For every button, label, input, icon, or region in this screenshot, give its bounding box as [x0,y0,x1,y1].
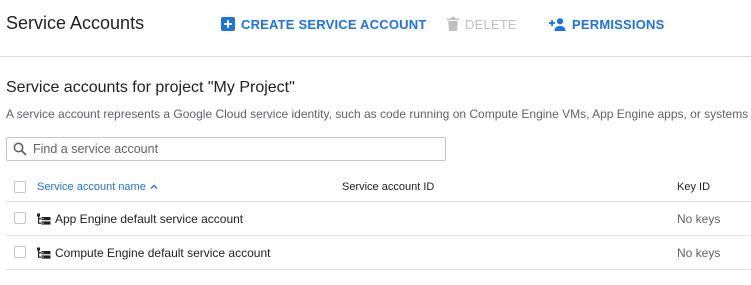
key-id-cell: No keys [677,212,721,226]
column-header-name[interactable]: Service account name [37,181,158,193]
add-box-icon [221,17,235,31]
row-checkbox[interactable] [14,246,26,258]
permissions-button[interactable]: PERMISSIONS [549,15,665,33]
search-icon [13,142,27,156]
search-box[interactable] [6,137,446,161]
table-header-row: Service account name Service account ID … [6,174,751,202]
column-header-name-label: Service account name [37,181,146,193]
create-service-account-button[interactable]: CREATE SERVICE ACCOUNT [221,15,426,33]
table-row[interactable]: Compute Engine default service account N… [6,236,751,270]
section-description: A service account represents a Google Cl… [6,107,749,121]
column-header-id: Service account ID [342,181,435,193]
create-service-account-label: CREATE SERVICE ACCOUNT [241,16,427,32]
key-id-cell: No keys [677,246,721,260]
select-all-checkbox[interactable] [14,181,26,193]
service-account-name-cell: App Engine default service account [37,212,243,226]
service-accounts-table: Service account name Service account ID … [6,174,751,270]
service-account-name: App Engine default service account [55,212,244,226]
service-account-icon [37,247,51,259]
search-input[interactable] [33,142,413,156]
service-account-icon [37,213,51,225]
section-title: Service accounts for project "My Project… [6,79,295,96]
person-add-icon [549,17,566,31]
table-row[interactable]: App Engine default service account No ke… [6,202,751,236]
service-account-name: Compute Engine default service account [55,246,271,260]
delete-label: DELETE [465,16,517,32]
service-account-name-cell: Compute Engine default service account [37,246,270,260]
arrow-up-icon [150,184,158,189]
permissions-label: PERMISSIONS [572,16,665,32]
page-header: Service Accounts CREATE SERVICE ACCOUNT … [0,0,751,57]
row-checkbox[interactable] [14,212,26,224]
page-title: Service Accounts [6,13,145,33]
column-header-key: Key ID [677,181,711,193]
trash-icon [447,17,459,31]
delete-button[interactable]: DELETE [447,15,517,33]
